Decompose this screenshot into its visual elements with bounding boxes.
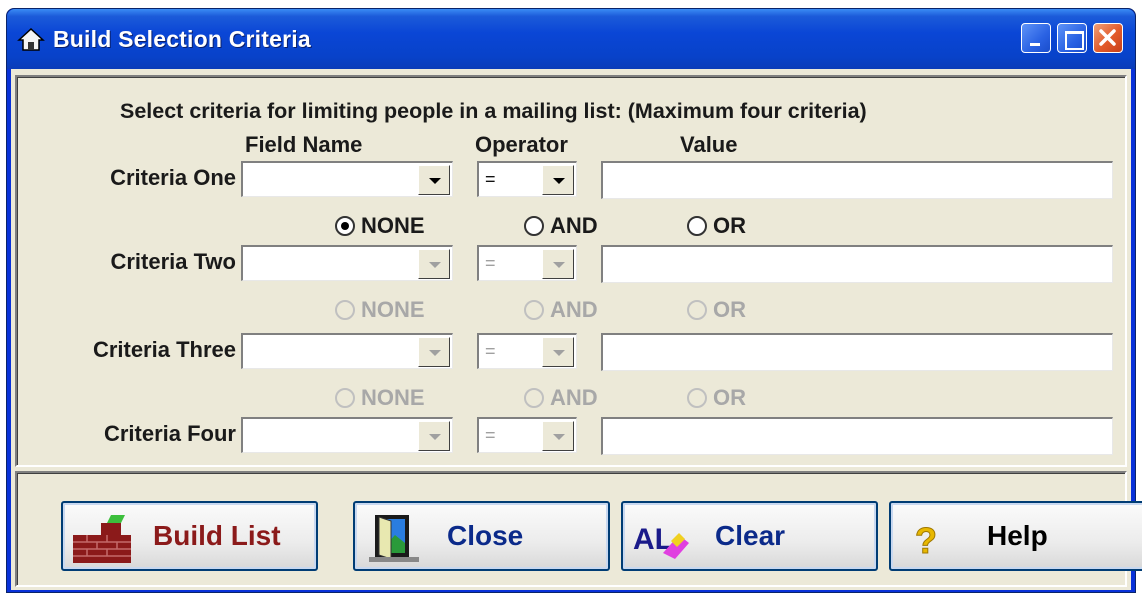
brick-wall-icon — [73, 515, 131, 563]
title-bar[interactable]: Build Selection Criteria — [7, 9, 1135, 69]
criteria-four-field-dropdown[interactable] — [241, 417, 453, 453]
criteria-four-value-input[interactable] — [601, 417, 1113, 455]
criteria-one-field-dropdown[interactable] — [241, 161, 453, 197]
connector-one-and-radio[interactable]: AND — [524, 213, 598, 239]
connector-three-or-radio[interactable]: OR — [687, 385, 746, 411]
radio-icon — [335, 388, 355, 408]
criteria-one-label: Criteria One — [110, 165, 236, 190]
question-mark-icon: ? — [915, 520, 938, 562]
close-label: Close — [447, 520, 524, 551]
criteria-one-operator-dropdown[interactable]: = — [477, 161, 577, 197]
criteria-three-label: Criteria Three — [92, 337, 236, 362]
criteria-four-operator-dropdown[interactable]: = — [477, 417, 577, 453]
connector-one-none-radio[interactable]: NONE — [335, 213, 425, 239]
criteria-two-field-dropdown[interactable] — [241, 245, 453, 281]
radio-selected-icon — [335, 216, 355, 236]
operator-header: Operator — [475, 132, 568, 157]
button-panel: Build List Close AL Clear ? Help — [15, 471, 1142, 587]
radio-icon — [524, 388, 544, 408]
window-title: Build Selection Criteria — [53, 26, 311, 52]
connector-three-and-radio[interactable]: AND — [524, 385, 598, 411]
radio-icon — [687, 216, 707, 236]
field-name-header: Field Name — [245, 132, 363, 157]
radio-icon — [524, 216, 544, 236]
chevron-down-icon[interactable] — [542, 249, 574, 279]
eraser-icon: AL — [633, 523, 689, 559]
radio-icon — [524, 300, 544, 320]
app-icon — [17, 27, 45, 51]
help-label: Help — [987, 520, 1048, 551]
criteria-panel: Select criteria for limiting people in a… — [15, 75, 1127, 467]
radio-icon — [335, 300, 355, 320]
criteria-four-label: Criteria Four — [103, 421, 236, 446]
radio-icon — [687, 300, 707, 320]
build-list-button[interactable]: Build List — [61, 501, 318, 571]
help-button[interactable]: ? Help — [889, 501, 1142, 571]
chevron-down-icon[interactable] — [542, 165, 574, 195]
radio-icon — [687, 388, 707, 408]
criteria-two-operator-dropdown[interactable]: = — [477, 245, 577, 281]
chevron-down-icon[interactable] — [418, 421, 450, 451]
connector-two-and-radio[interactable]: AND — [524, 297, 598, 323]
chevron-down-icon[interactable] — [542, 421, 574, 451]
criteria-one-value-input[interactable] — [601, 161, 1113, 199]
chevron-down-icon[interactable] — [542, 337, 574, 367]
criteria-two-value-input[interactable] — [601, 245, 1113, 283]
chevron-down-icon[interactable] — [418, 337, 450, 367]
criteria-three-field-dropdown[interactable] — [241, 333, 453, 369]
maximize-button[interactable] — [1057, 23, 1087, 53]
close-icon — [1099, 29, 1116, 46]
chevron-down-icon[interactable] — [418, 249, 450, 279]
close-button[interactable]: Close — [353, 501, 610, 571]
close-window-button[interactable] — [1093, 23, 1123, 53]
svg-text:?: ? — [915, 520, 937, 561]
minimize-button[interactable] — [1021, 23, 1051, 53]
connector-two-or-radio[interactable]: OR — [687, 297, 746, 323]
build-list-label: Build List — [153, 520, 281, 551]
chevron-down-icon[interactable] — [418, 165, 450, 195]
value-header: Value — [680, 132, 738, 157]
criteria-two-label: Criteria Two — [110, 249, 236, 274]
connector-two-none-radio[interactable]: NONE — [335, 297, 425, 323]
clear-label: Clear — [715, 520, 786, 551]
connector-three-none-radio[interactable]: NONE — [335, 385, 425, 411]
criteria-three-operator-dropdown[interactable]: = — [477, 333, 577, 369]
instructions-text: Select criteria for limiting people in a… — [120, 99, 867, 123]
clear-button[interactable]: AL Clear — [621, 501, 878, 571]
dialog-window: Build Selection Criteria Select criteria… — [6, 8, 1142, 593]
connector-one-or-radio[interactable]: OR — [687, 213, 746, 239]
door-icon — [369, 515, 419, 562]
criteria-three-value-input[interactable] — [601, 333, 1113, 371]
dialog-body: Select criteria for limiting people in a… — [11, 69, 1142, 590]
